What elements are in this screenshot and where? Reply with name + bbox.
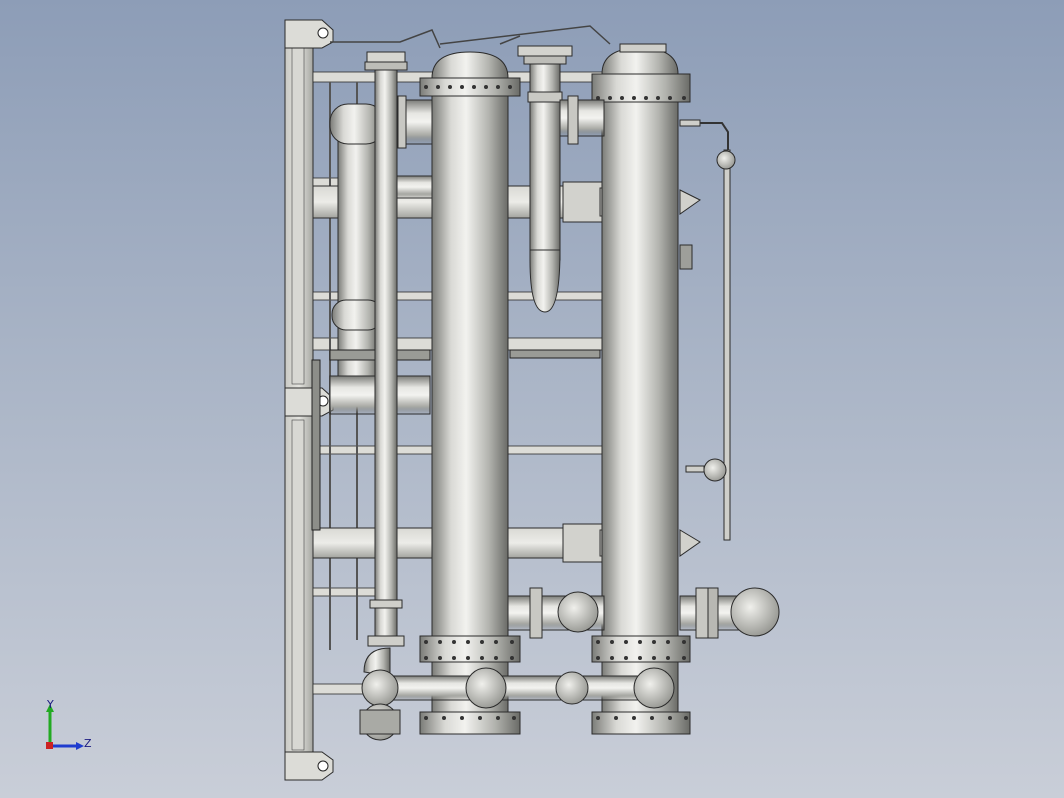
inlet-nozzle-middle[interactable] bbox=[507, 587, 605, 639]
triad-z-arrow bbox=[76, 742, 84, 750]
coordinate-triad: Y Z bbox=[40, 698, 100, 760]
cad-viewport[interactable]: Y Z bbox=[0, 0, 1064, 798]
heat-exchanger-vessel-2[interactable] bbox=[591, 43, 691, 735]
triad-z-label: Z bbox=[84, 737, 92, 750]
vent-tubing bbox=[330, 25, 611, 49]
cad-model[interactable] bbox=[0, 0, 1064, 798]
triad-x-axis bbox=[46, 742, 53, 749]
middle-riser-pipe[interactable] bbox=[517, 45, 605, 313]
triad-y-label: Y bbox=[47, 698, 54, 711]
outlet-nozzle-right[interactable] bbox=[679, 587, 780, 639]
support-frame[interactable] bbox=[284, 19, 334, 781]
heat-exchanger-vessel-1[interactable] bbox=[419, 51, 521, 735]
instrument-line-right[interactable] bbox=[679, 119, 736, 557]
